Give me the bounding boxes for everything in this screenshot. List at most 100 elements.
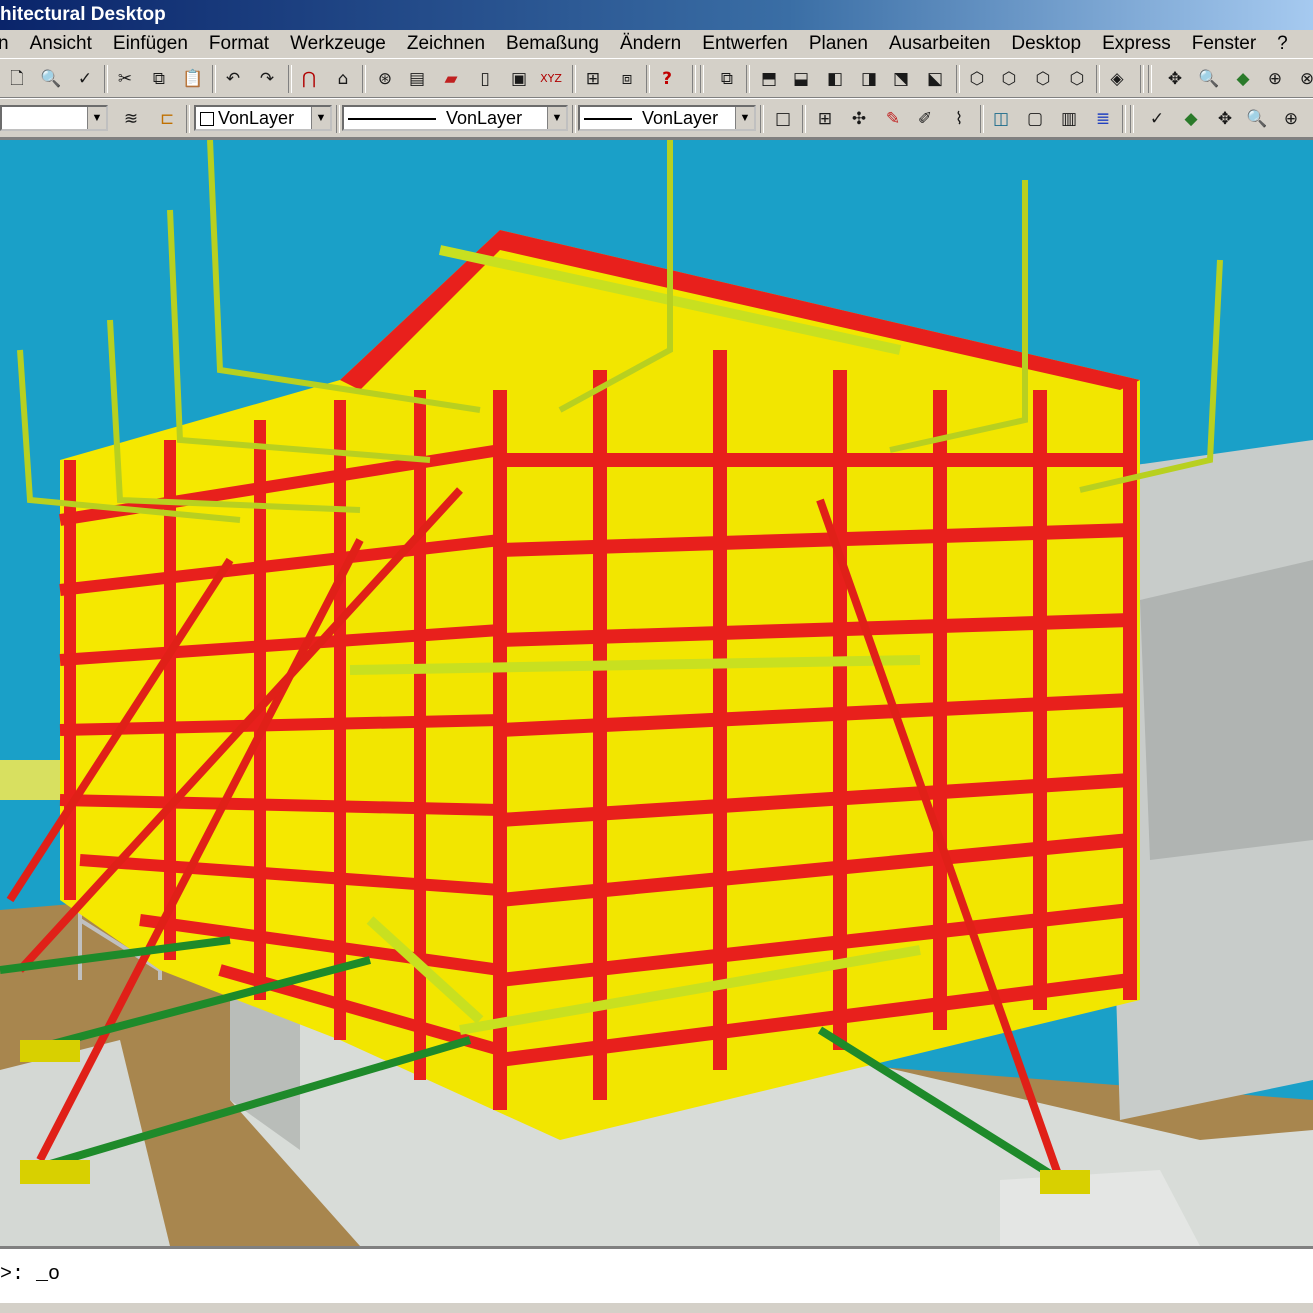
standard-toolbar: 🗋 🔍 ✓ ✂ ⧉ 📋 ↶ ↷ ⋂ ⌂ ⊛ ▤ ▰ ▯ ▣ XYZ ⊞ ⧈ ? … [0,58,1313,98]
zoom-previous-icon[interactable]: ⊗ [1294,66,1313,92]
chevron-down-icon[interactable]: ▼ [735,107,754,129]
view-back-icon[interactable]: ⬕ [922,66,948,92]
drawing-viewport[interactable] [0,138,1313,1246]
iso-ne-icon[interactable]: ⬡ [1030,66,1056,92]
style-manager-icon[interactable]: ⊞ [812,106,838,132]
lineweight-value: VonLayer [642,108,719,128]
building-icon[interactable]: ⌂ [330,66,356,92]
toolbar-separator [1130,105,1134,133]
schedule-icon[interactable]: ▥ [1056,106,1082,132]
redo-icon[interactable]: ↷ [254,66,280,92]
menu-ansicht[interactable]: Ansicht [30,30,92,58]
toolbar-separator [1096,65,1100,93]
chevron-down-icon[interactable]: ▼ [547,107,566,129]
menu-express[interactable]: Express [1102,30,1171,58]
toolbar-separator [336,105,340,133]
spellcheck-icon[interactable]: ✓ [72,66,98,92]
toolbar-separator [572,65,576,93]
camera-icon[interactable]: ◈ [1104,66,1130,92]
make-current-icon[interactable]: ⊏ [154,106,180,132]
pencil-icon[interactable]: ✐ [912,106,938,132]
copy-icon[interactable]: ⧉ [146,66,172,92]
render-icon[interactable]: ≣ [1090,106,1116,132]
view-front-icon[interactable]: ⬔ [888,66,914,92]
lineweight-combo[interactable]: VonLayer ▼ [578,105,756,131]
color-combo[interactable]: VonLayer ▼ [194,105,332,131]
undo-icon[interactable]: ↶ [220,66,246,92]
snap-icon[interactable]: ⋂ [296,66,322,92]
toolbar-separator [362,65,366,93]
named-views-icon[interactable]: ⧉ [714,66,740,92]
menu-file[interactable]: n [0,30,9,58]
menu-fenster[interactable]: Fenster [1192,30,1256,58]
slope-shade [1140,560,1313,860]
toolbar-separator [1140,65,1144,93]
display-manager-icon[interactable]: ✣ [846,106,872,132]
xyz-icon[interactable]: XYZ [538,66,564,92]
menu-bar: n Ansicht Einfügen Format Werkzeuge Zeichnen B… [0,30,1313,58]
toolbar-separator [212,65,216,93]
linetype-combo[interactable]: VonLayer ▼ [342,105,568,131]
base-plate [20,1040,80,1062]
pan-icon[interactable]: ✥ [1212,106,1238,132]
cut-icon[interactable]: ✂ [112,66,138,92]
view-bottom-icon[interactable]: ⬓ [788,66,814,92]
toolbar-separator [700,65,704,93]
zoom-extents-icon[interactable]: ⊕ [1278,106,1304,132]
zoom-realtime-icon[interactable]: 🔍 [1196,66,1222,92]
menu-aendern[interactable]: Ändern [620,30,681,58]
toolbar-separator [646,65,650,93]
chevron-down-icon[interactable]: ▼ [311,107,330,129]
pan-icon[interactable]: ✥ [1162,66,1188,92]
table-icon[interactable]: ⊞ [580,66,606,92]
edit-icon[interactable]: ✎ [880,106,906,132]
properties-icon[interactable]: ▯ [472,66,498,92]
menu-werkzeuge[interactable]: Werkzeuge [290,30,386,58]
menu-zeichnen[interactable]: Zeichnen [407,30,485,58]
zoom-window-icon[interactable]: ⊕ [1262,66,1288,92]
title-bar: hitectural Desktop [0,0,1313,30]
layer-manager-icon[interactable]: ≋ [118,106,144,132]
viewport-icon[interactable]: ◫ [988,106,1014,132]
paste-icon[interactable]: 📋 [180,66,206,92]
help-icon[interactable]: ? [654,66,680,92]
toolbar-separator [1122,105,1126,133]
sheet-set-icon[interactable]: ⊛ [372,66,398,92]
view-top-icon[interactable]: ⬒ [756,66,782,92]
properties-toolbar: ▼ ≋ ⊏ VonLayer ▼ VonLayer ▼ VonLayer ▼ □… [0,98,1313,138]
print-preview-icon[interactable]: 🗋 [4,66,30,92]
color-swatch-icon [200,112,214,127]
menu-format[interactable]: Format [209,30,269,58]
menu-ausarbeiten[interactable]: Ausarbeiten [889,30,990,58]
menu-planen[interactable]: Planen [809,30,868,58]
toolbar-separator [692,65,696,93]
toolbar-separator [802,105,806,133]
attach-icon[interactable]: ⌇ [946,106,972,132]
layer-combo[interactable]: ▼ [0,105,108,131]
menu-help[interactable]: ? [1277,30,1288,58]
plot-style-icon[interactable]: □ [770,106,796,132]
hatch-icon[interactable]: ▤ [404,66,430,92]
command-line[interactable]: >: _o [0,1246,1313,1313]
view-right-icon[interactable]: ◨ [856,66,882,92]
orbit-icon[interactable]: ◆ [1178,106,1204,132]
iso-se-icon[interactable]: ⬡ [996,66,1022,92]
iso-nw-icon[interactable]: ⬡ [1064,66,1090,92]
toolbar-separator [186,105,190,133]
design-center-icon[interactable]: ▣ [506,66,532,92]
chevron-down-icon[interactable]: ▼ [87,107,106,129]
menu-einfuegen[interactable]: Einfügen [113,30,188,58]
base-plate [20,1160,90,1184]
view-left-icon[interactable]: ◧ [822,66,848,92]
layout-icon[interactable]: ▢ [1022,106,1048,132]
pan-realtime-icon[interactable]: ✓ [1144,106,1170,132]
menu-entwerfen[interactable]: Entwerfen [702,30,788,58]
window-icon[interactable]: ⧈ [614,66,640,92]
layer-icon[interactable]: ▰ [438,66,464,92]
zoom-in-icon[interactable]: 🔍 [1244,106,1270,132]
menu-desktop[interactable]: Desktop [1011,30,1081,58]
menu-bemassung[interactable]: Bemaßung [506,30,599,58]
zoom-preview-icon[interactable]: 🔍 [38,66,64,92]
aerial-view-icon[interactable]: ◆ [1230,66,1256,92]
iso-sw-icon[interactable]: ⬡ [964,66,990,92]
